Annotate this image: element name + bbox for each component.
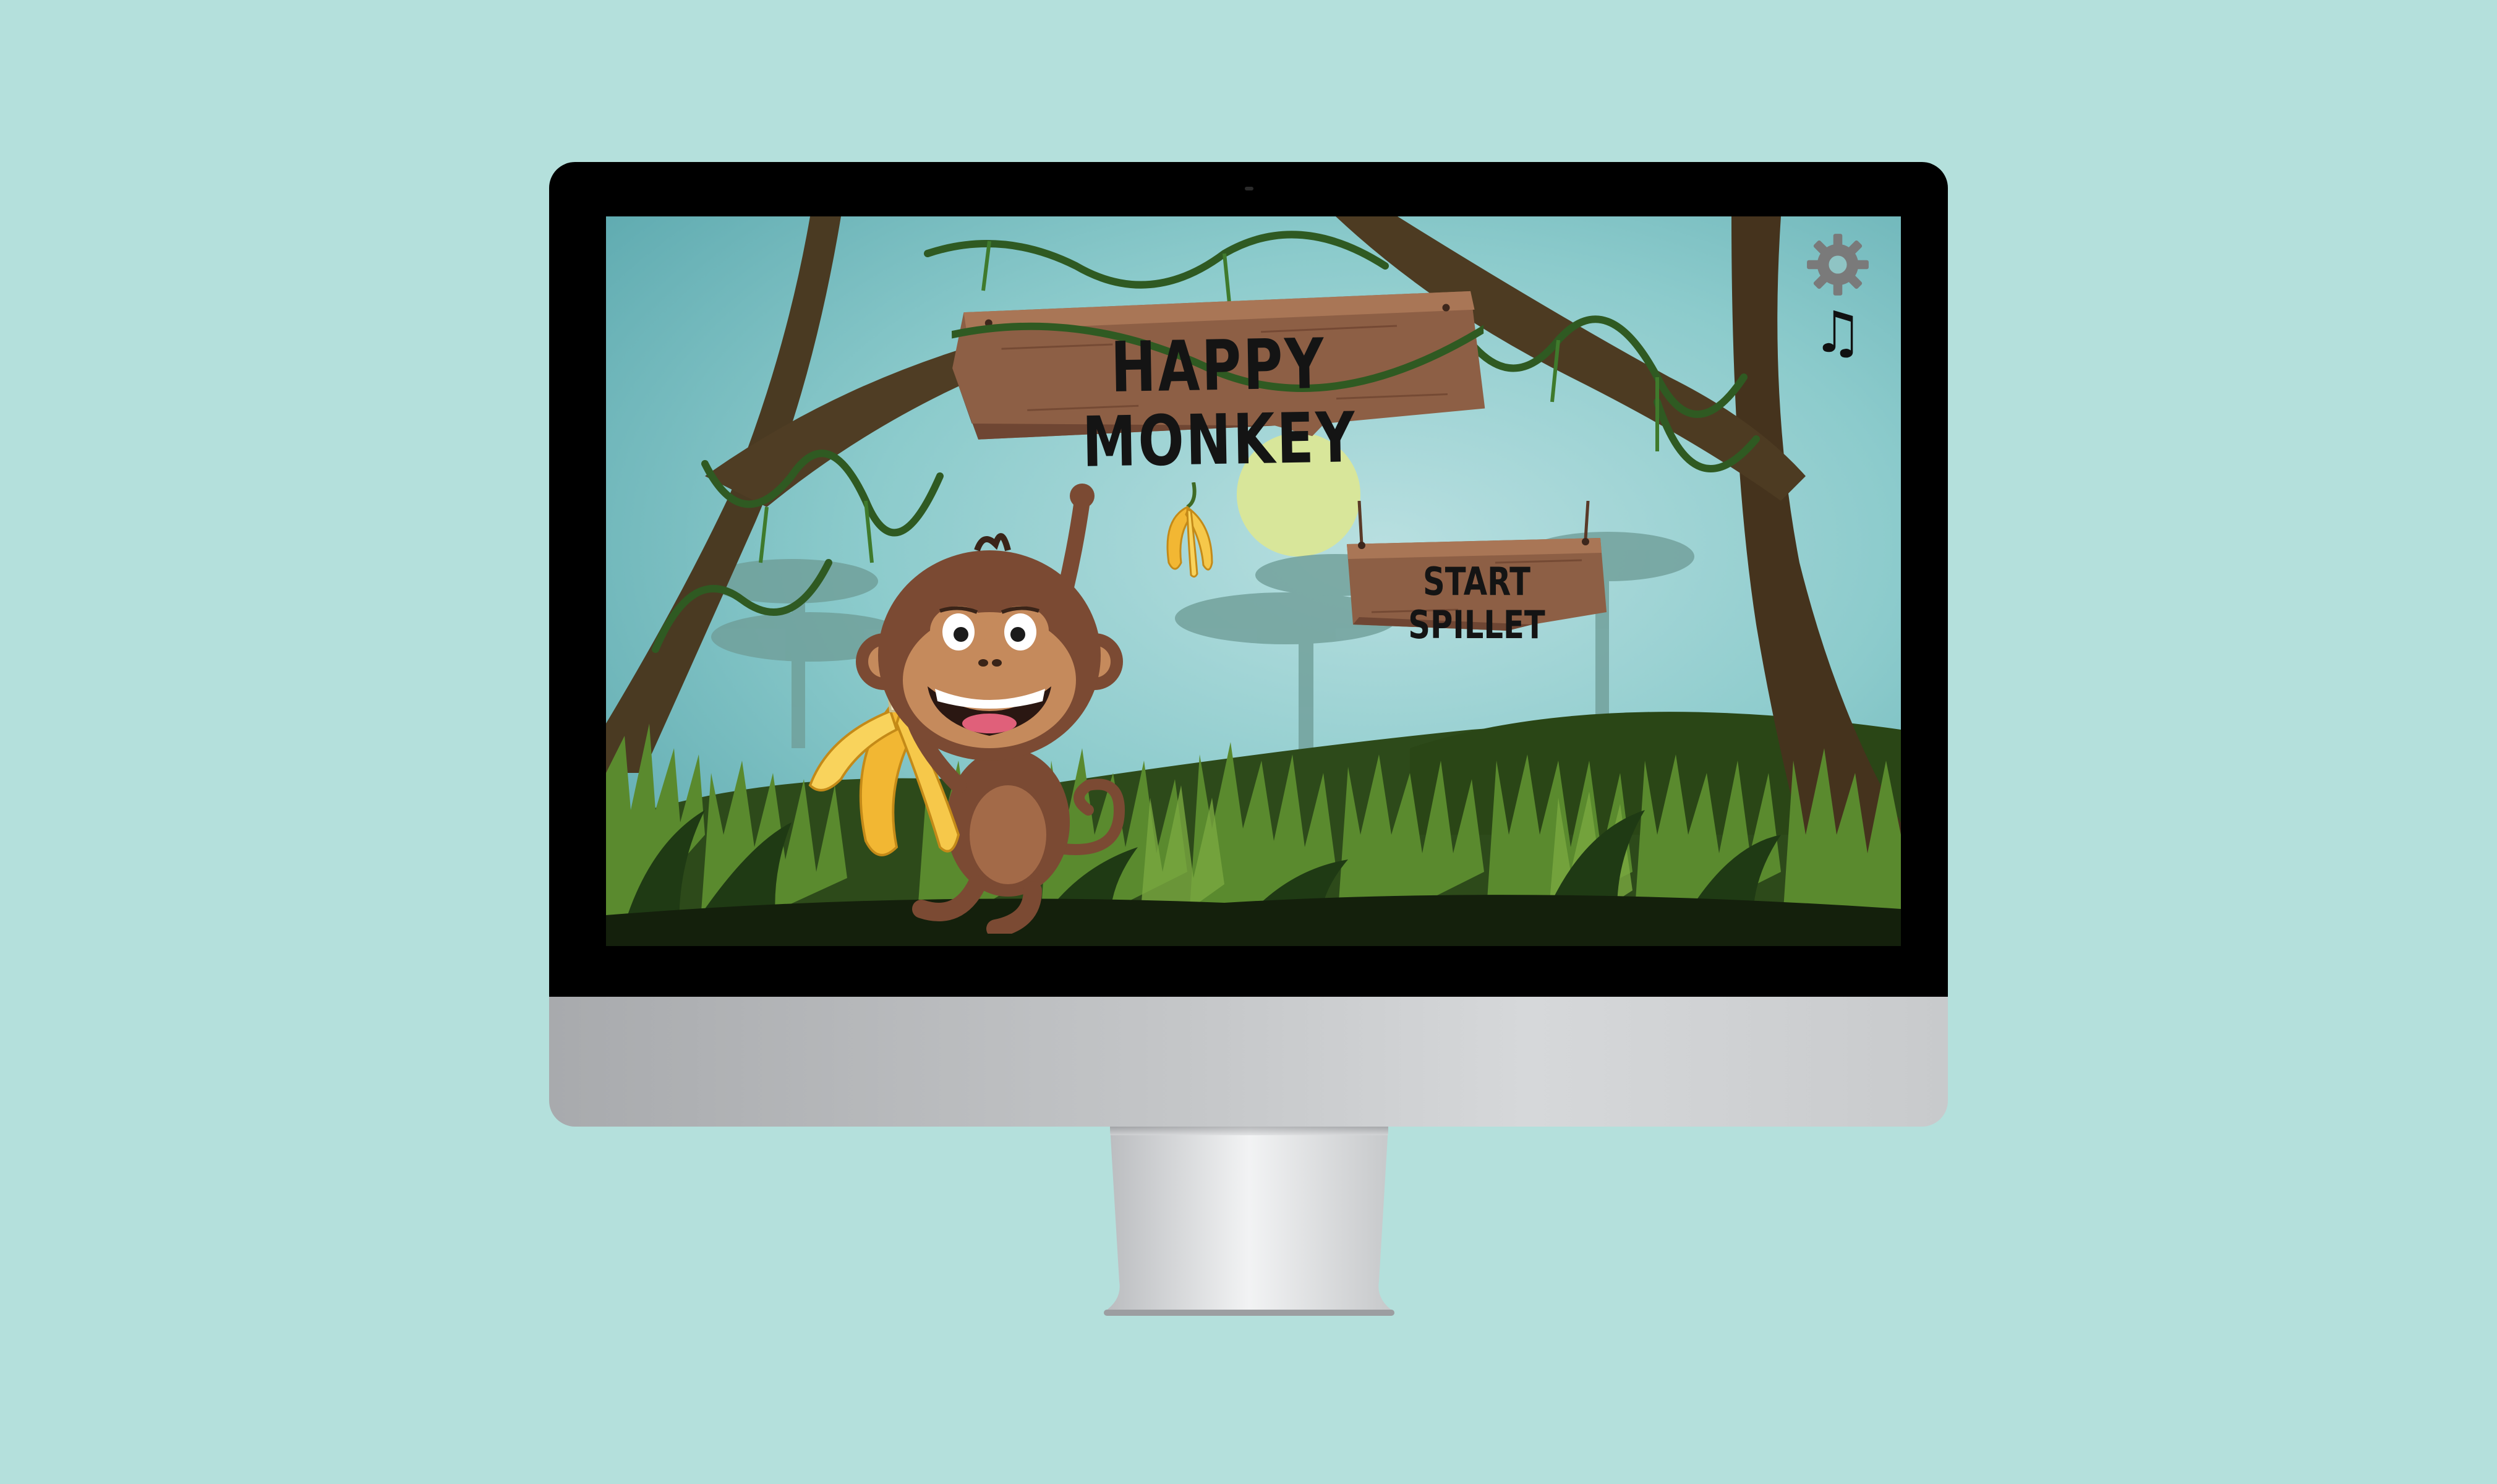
game-screen: HAPPY MONKEY START SPILLET ♫ [606, 216, 1901, 946]
monkey-character [808, 484, 1125, 934]
monitor-stand [1104, 1127, 1394, 1316]
monitor-chin [549, 997, 1948, 1127]
gear-icon[interactable] [1806, 232, 1870, 297]
camera-icon [1245, 187, 1253, 190]
game-title: HAPPY MONKEY [1082, 323, 1358, 483]
start-button-label: START SPILLET [1408, 559, 1545, 647]
music-glyph: ♫ [1812, 299, 1864, 365]
music-note-icon[interactable]: ♫ [1809, 304, 1866, 361]
start-game-button[interactable]: START SPILLET [1347, 501, 1607, 647]
page-background: HAPPY MONKEY START SPILLET ♫ [0, 0, 2497, 1484]
title-sign: HAPPY MONKEY [950, 285, 1486, 483]
